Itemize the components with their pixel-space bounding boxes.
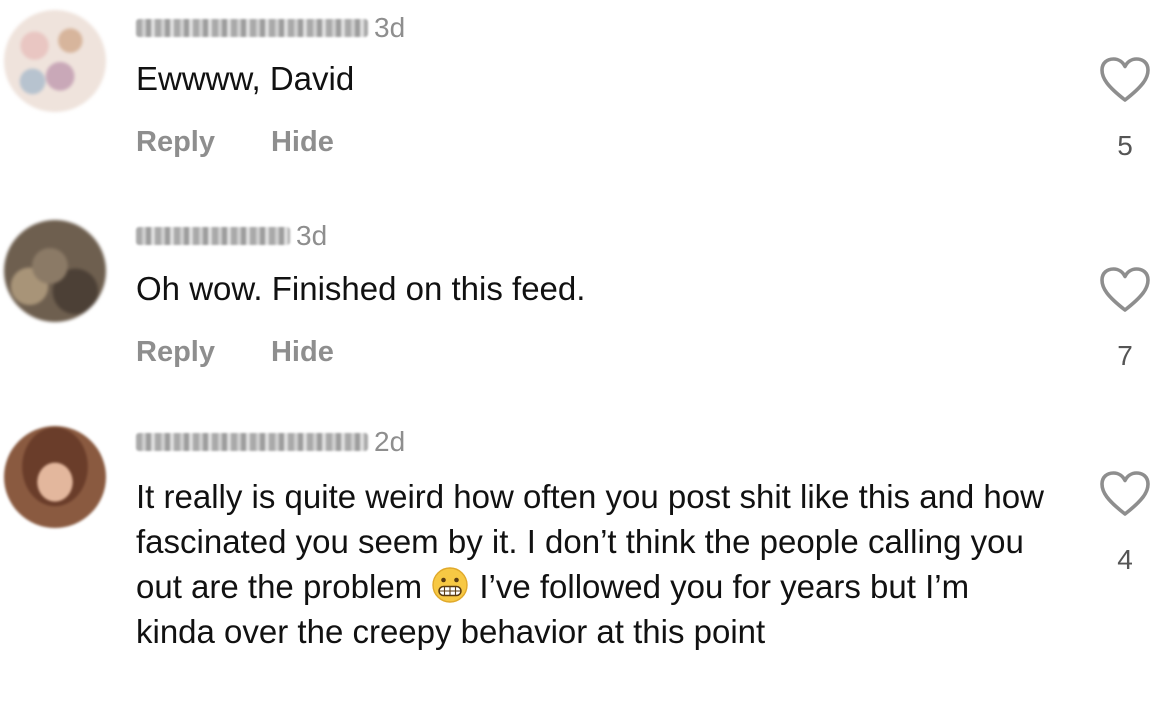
comment-item: 3d Oh wow. Finished on this feed. Reply …: [0, 210, 1156, 410]
hide-button[interactable]: Hide: [271, 126, 334, 159]
reply-button[interactable]: Reply: [136, 336, 215, 369]
avatar[interactable]: [4, 10, 106, 112]
username-blurred[interactable]: [136, 19, 368, 37]
comment-actions: Reply Hide: [136, 126, 334, 159]
username-blurred[interactable]: [136, 227, 290, 245]
comment-item: 3d Ewwww, David Reply Hide 5: [0, 0, 1156, 200]
comment-time: 2d: [374, 426, 406, 457]
comment-text: Ewwww, David: [136, 60, 355, 97]
comment-meta: 3d: [136, 10, 405, 46]
heart-outline-icon[interactable]: [1099, 470, 1151, 518]
comment-meta: 3d: [136, 218, 327, 254]
comment-time: 3d: [296, 220, 328, 251]
like-count: 5: [1117, 130, 1133, 161]
like-count: 7: [1117, 340, 1133, 371]
heart-outline-icon[interactable]: [1099, 266, 1151, 314]
like-group: 5: [1098, 56, 1152, 162]
comment-actions: Reply Hide: [136, 336, 334, 369]
hide-button[interactable]: Hide: [271, 336, 334, 369]
like-group: 4: [1098, 470, 1152, 576]
comment-meta: 2d: [136, 424, 405, 460]
reply-button[interactable]: Reply: [136, 126, 215, 159]
like-count: 4: [1117, 544, 1133, 575]
heart-outline-icon[interactable]: [1099, 56, 1151, 104]
avatar[interactable]: [4, 220, 106, 322]
like-group: 7: [1098, 266, 1152, 372]
comment-time: 3d: [374, 12, 406, 43]
avatar[interactable]: [4, 426, 106, 528]
comment-text: It really is quite weird how often you p…: [136, 474, 1056, 654]
username-blurred[interactable]: [136, 433, 368, 451]
comment-text: Oh wow. Finished on this feed.: [136, 270, 586, 307]
comment-item: 2d It really is quite weird how often yo…: [0, 418, 1156, 702]
grimacing-face-emoji: [432, 567, 469, 603]
